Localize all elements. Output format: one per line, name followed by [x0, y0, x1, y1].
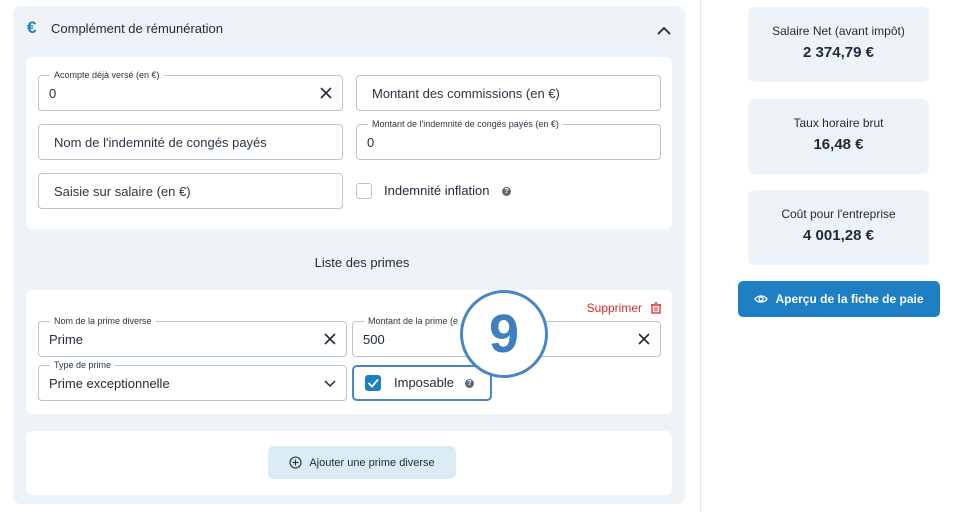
prime-montant-label: Montant de la prime (e	[364, 316, 463, 327]
vertical-divider	[700, 0, 701, 512]
close-icon[interactable]	[320, 87, 332, 99]
conges-nom-placeholder: Nom de l'indemnité de congés payés	[54, 135, 267, 150]
conges-montant-value: 0	[367, 135, 375, 150]
taux-horaire-label: Taux horaire brut	[793, 116, 884, 130]
taux-horaire-value: 16,48 €	[813, 136, 864, 153]
panel-header[interactable]: € Complément de rémunération	[27, 18, 223, 38]
trash-icon	[651, 302, 661, 314]
add-prime-card: Ajouter une prime diverse	[26, 431, 672, 495]
salaire-net-label: Salaire Net (avant impôt)	[772, 24, 905, 38]
add-prime-label: Ajouter une prime diverse	[309, 456, 435, 469]
prime-montant-value: 500	[363, 332, 385, 347]
conges-nom-field[interactable]: Nom de l'indemnité de congés payés	[38, 124, 343, 160]
close-icon[interactable]	[324, 333, 336, 345]
complement-card: Acompte déjà versé (en €) 0 Montant des …	[26, 57, 672, 229]
acompte-value: 0	[49, 86, 57, 101]
salaire-net-card: Salaire Net (avant impôt) 2 374,79 €	[748, 7, 929, 82]
salaire-net-value: 2 374,79 €	[803, 44, 874, 61]
remuneration-panel: € Complément de rémunération Acompte déj…	[13, 6, 685, 504]
chevron-down-icon[interactable]	[324, 378, 336, 390]
commissions-placeholder: Montant des commissions (en €)	[372, 86, 560, 101]
saisie-field[interactable]: Saisie sur salaire (en €)	[38, 173, 343, 209]
imposable-checkbox[interactable]	[365, 375, 381, 391]
commissions-field[interactable]: Montant des commissions (en €)	[356, 75, 661, 111]
prime-card: Supprimer Nom de la prime diverse Prime	[26, 290, 672, 414]
preview-label: Aperçu de la fiche de paie	[775, 292, 924, 306]
cout-entreprise-label: Coût pour l'entreprise	[781, 207, 896, 221]
inflation-label: Indemnité inflation	[384, 183, 490, 198]
delete-prime-button[interactable]: Supprimer	[587, 301, 662, 315]
acompte-field[interactable]: Acompte déjà versé (en €) 0	[38, 70, 343, 111]
chevron-up-icon[interactable]	[657, 24, 671, 38]
prime-type-label: Type de prime	[50, 360, 116, 371]
prime-nom-value: Prime	[49, 332, 83, 347]
help-icon[interactable]: ?	[465, 379, 474, 388]
primes-title: Liste des primes	[314, 255, 410, 270]
saisie-placeholder: Saisie sur salaire (en €)	[54, 184, 191, 199]
conges-montant-field[interactable]: Montant de l'indemnité de congés payés (…	[356, 119, 661, 160]
panel-title: Complément de rémunération	[51, 20, 223, 36]
prime-type-value: Prime exceptionnelle	[49, 376, 170, 391]
cout-entreprise-value: 4 001,28 €	[803, 227, 874, 244]
help-icon[interactable]: ?	[502, 187, 511, 196]
imposable-label: Imposable	[394, 375, 454, 390]
cout-entreprise-card: Coût pour l'entreprise 4 001,28 €	[748, 190, 929, 265]
add-prime-button[interactable]: Ajouter une prime diverse	[268, 446, 456, 479]
preview-payslip-button[interactable]: Aperçu de la fiche de paie	[738, 281, 940, 317]
close-icon[interactable]	[638, 333, 650, 345]
check-icon	[367, 378, 379, 388]
imposable-focus-box[interactable]: Imposable ?	[352, 365, 492, 401]
prime-type-select[interactable]: Type de prime Prime exceptionnelle	[38, 360, 347, 401]
eye-icon	[754, 295, 769, 303]
prime-nom-label: Nom de la prime diverse	[50, 316, 156, 327]
euro-icon: €	[27, 18, 37, 37]
page: € Complément de rémunération Acompte déj…	[0, 0, 980, 512]
step-number-badge: 9	[460, 290, 548, 378]
prime-nom-field[interactable]: Nom de la prime diverse Prime	[38, 316, 347, 357]
conges-montant-label: Montant de l'indemnité de congés payés (…	[368, 119, 563, 130]
acompte-label: Acompte déjà versé (en €)	[50, 70, 164, 81]
inflation-checkbox[interactable]	[356, 183, 372, 199]
plus-circle-icon	[289, 456, 302, 469]
delete-label: Supprimer	[586, 301, 642, 315]
taux-horaire-card: Taux horaire brut 16,48 €	[748, 99, 929, 174]
